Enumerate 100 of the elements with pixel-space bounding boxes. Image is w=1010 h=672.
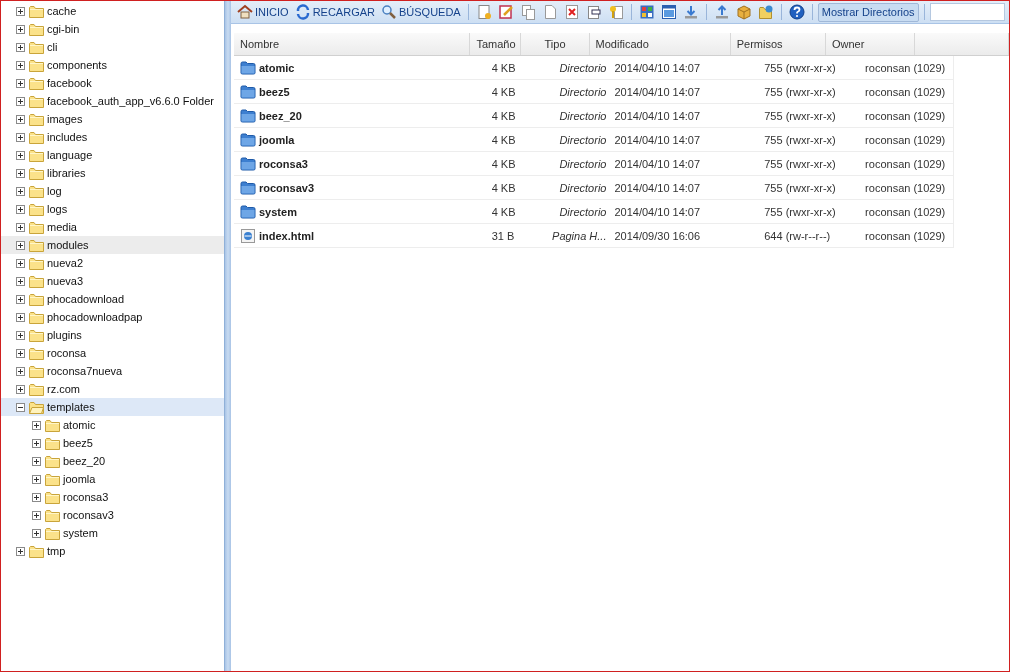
tree-item[interactable]: system bbox=[63, 527, 98, 539]
tree-item[interactable]: modules bbox=[1, 236, 224, 254]
expand-icon[interactable] bbox=[32, 528, 41, 538]
tree-item[interactable]: facebook_auth_app_v6.6.0 Folder bbox=[47, 95, 214, 107]
folder-icon bbox=[45, 454, 60, 468]
tree-item[interactable]: atomic bbox=[63, 419, 96, 431]
expand-icon[interactable] bbox=[16, 186, 25, 196]
tree-item[interactable]: media bbox=[47, 221, 77, 233]
expand-icon[interactable] bbox=[32, 474, 41, 484]
table-cell-text: 2014/04/10 14:07 bbox=[613, 60, 702, 76]
file-name[interactable]: joomla bbox=[259, 133, 295, 146]
tree-item[interactable]: libraries bbox=[47, 167, 86, 179]
tree-item[interactable]: tmp bbox=[47, 545, 66, 557]
tree-item[interactable]: log bbox=[47, 185, 62, 197]
column-header[interactable]: Tipo bbox=[521, 33, 590, 55]
column-header[interactable]: Owner bbox=[825, 33, 915, 55]
tree-item[interactable]: phocadownload bbox=[47, 293, 125, 305]
tree-item[interactable]: language bbox=[47, 149, 93, 161]
expand-icon[interactable] bbox=[16, 114, 25, 124]
expand-icon[interactable] bbox=[16, 240, 25, 250]
column-header[interactable]: Nombre bbox=[234, 33, 471, 55]
tree-item[interactable]: cache bbox=[47, 5, 77, 17]
table-cell-text: Directorio bbox=[558, 60, 608, 76]
tree-item[interactable]: nueva3 bbox=[47, 275, 84, 287]
expand-icon[interactable] bbox=[16, 258, 25, 268]
tree-item[interactable]: beez5 bbox=[63, 437, 93, 449]
expand-icon[interactable] bbox=[16, 6, 25, 16]
file-name[interactable]: system bbox=[259, 205, 297, 218]
expand-icon[interactable] bbox=[16, 204, 25, 214]
tree-item[interactable]: includes bbox=[47, 131, 88, 143]
folder-icon bbox=[29, 112, 44, 126]
folder-icon bbox=[240, 156, 256, 171]
tree-item[interactable]: facebook bbox=[47, 77, 92, 89]
folder-icon bbox=[29, 148, 44, 162]
expand-icon[interactable] bbox=[16, 78, 25, 88]
expand-icon[interactable] bbox=[32, 456, 41, 466]
column-header[interactable]: Permisos bbox=[730, 33, 826, 55]
expand-icon[interactable] bbox=[16, 312, 25, 322]
expand-icon[interactable] bbox=[16, 150, 25, 160]
expand-icon[interactable] bbox=[16, 330, 25, 340]
tree-item[interactable]: roconsa7nueva bbox=[47, 365, 123, 377]
table-cell-text: 755 (rwxr-xr-x) bbox=[763, 84, 837, 100]
tree-item[interactable]: roconsav3 bbox=[63, 509, 114, 521]
expand-icon[interactable] bbox=[16, 348, 25, 358]
file-name[interactable]: roconsa3 bbox=[259, 157, 308, 170]
expand-icon[interactable] bbox=[16, 546, 25, 556]
home-icon bbox=[237, 4, 253, 20]
toolbar-button[interactable]: BÚSQUEDA bbox=[378, 2, 463, 22]
expand-icon[interactable] bbox=[16, 42, 25, 52]
file-name[interactable]: beez5 bbox=[259, 85, 290, 98]
show-directories-toggle[interactable]: Mostrar Directorios bbox=[817, 2, 919, 22]
folder-icon bbox=[29, 22, 44, 36]
tree-item[interactable]: beez_20 bbox=[63, 455, 106, 467]
tree-item[interactable]: components bbox=[47, 59, 107, 71]
expand-icon[interactable] bbox=[16, 222, 25, 232]
table-cell-text: roconsan (1029) bbox=[864, 60, 947, 76]
tree-item[interactable]: phocadownloadpap bbox=[47, 311, 143, 323]
file-name[interactable]: roconsav3 bbox=[259, 181, 315, 194]
file-name[interactable]: beez_20 bbox=[259, 109, 302, 122]
tree-item[interactable]: images bbox=[47, 113, 83, 125]
expand-icon[interactable] bbox=[32, 420, 41, 430]
expand-icon[interactable] bbox=[32, 492, 41, 502]
help-button[interactable] bbox=[786, 2, 807, 22]
expand-icon[interactable] bbox=[16, 60, 25, 70]
tree-item[interactable]: rz.com bbox=[47, 383, 80, 395]
tree-item[interactable]: cgi-bin bbox=[47, 23, 80, 35]
tree-item[interactable]: logs bbox=[47, 203, 68, 215]
expand-icon[interactable] bbox=[16, 96, 25, 106]
table-cell-text: 755 (rwxr-xr-x) bbox=[763, 156, 837, 172]
column-header[interactable]: Tamaño bbox=[470, 33, 522, 55]
expand-icon[interactable] bbox=[16, 366, 25, 376]
table-cell-text: 31 B bbox=[490, 228, 516, 244]
expand-icon[interactable] bbox=[16, 384, 25, 394]
search-field[interactable] bbox=[929, 3, 1005, 21]
expand-icon[interactable] bbox=[16, 276, 25, 286]
tree-item[interactable]: joomla bbox=[63, 473, 96, 485]
expand-icon[interactable] bbox=[16, 294, 25, 304]
table-cell-text: 4 KB bbox=[490, 180, 517, 196]
folder-icon bbox=[45, 508, 60, 522]
expand-icon[interactable] bbox=[16, 132, 25, 142]
tree-item[interactable]: roconsa bbox=[47, 347, 87, 359]
folder-icon bbox=[29, 58, 44, 72]
table-cell-text: 4 KB bbox=[490, 204, 517, 220]
toolbar-button[interactable]: RECARGAR bbox=[292, 2, 377, 22]
expand-icon[interactable] bbox=[16, 168, 25, 178]
expand-icon[interactable] bbox=[32, 510, 41, 520]
file-name[interactable]: index.html bbox=[259, 229, 314, 242]
tree-item[interactable]: templates bbox=[1, 398, 224, 416]
folder-icon bbox=[240, 84, 256, 99]
expand-icon[interactable] bbox=[16, 24, 25, 34]
tree-item[interactable]: roconsa3 bbox=[63, 491, 109, 503]
expand-icon[interactable] bbox=[32, 438, 41, 448]
file-name[interactable]: atomic bbox=[259, 61, 295, 74]
collapse-icon[interactable] bbox=[16, 402, 25, 412]
column-header[interactable]: Modificado bbox=[589, 33, 731, 55]
toolbar-button[interactable]: INICIO bbox=[235, 2, 291, 22]
tree-item[interactable]: plugins bbox=[47, 329, 82, 341]
table-cell-text: 755 (rwxr-xr-x) bbox=[763, 132, 837, 148]
tree-item[interactable]: nueva2 bbox=[47, 257, 84, 269]
tree-item[interactable]: cli bbox=[47, 41, 58, 53]
